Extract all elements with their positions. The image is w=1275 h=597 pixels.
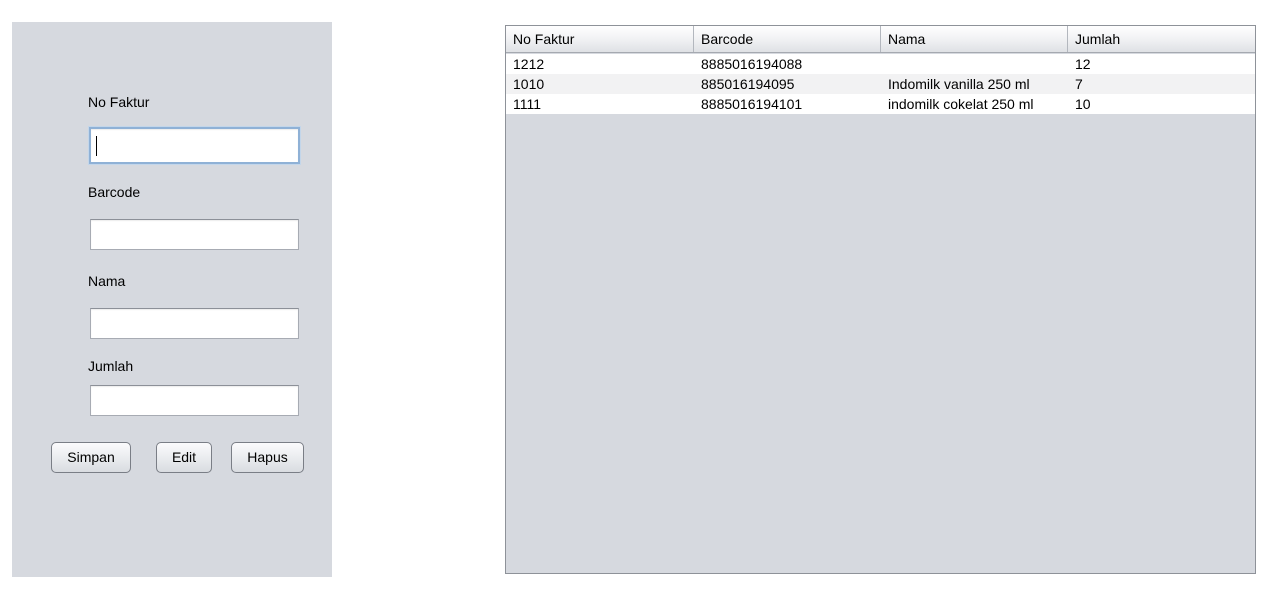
table-cell: 7 [1075, 76, 1083, 92]
table-header: No Faktur Barcode Nama Jumlah [506, 26, 1255, 53]
table-cell: 8885016194101 [701, 96, 803, 112]
table-row[interactable]: 1010 885016194095 Indomilk vanilla 250 m… [506, 74, 1255, 94]
table-row[interactable]: 1111 8885016194101 indomilk cokelat 250 … [506, 94, 1255, 114]
table-cell: 1010 [513, 76, 545, 92]
table-cell: 1212 [513, 56, 545, 72]
table-cell: 8885016194088 [701, 56, 803, 72]
nama-input[interactable] [90, 308, 299, 339]
faktur-table[interactable]: No Faktur Barcode Nama Jumlah 1212 88850… [505, 25, 1256, 574]
barcode-input[interactable] [90, 219, 299, 250]
hapus-button[interactable]: Hapus [231, 442, 304, 473]
nama-label: Nama [88, 273, 126, 289]
text-caret [96, 136, 97, 156]
no-faktur-input[interactable] [89, 127, 300, 164]
jumlah-input[interactable] [90, 385, 299, 416]
table-body: 1212 8885016194088 12 1010 885016194095 … [506, 54, 1255, 114]
table-cell: 885016194095 [701, 76, 795, 92]
table-cell: 12 [1075, 56, 1091, 72]
table-row[interactable]: 1212 8885016194088 12 [506, 54, 1255, 74]
simpan-button[interactable]: Simpan [51, 442, 131, 473]
no-faktur-label: No Faktur [88, 94, 150, 110]
form-panel: No Faktur Barcode Nama Jumlah Simpan Edi… [12, 22, 332, 577]
jumlah-label: Jumlah [88, 358, 134, 374]
column-header-jumlah[interactable]: Jumlah [1068, 26, 1255, 52]
table-cell: Indomilk vanilla 250 ml [888, 76, 1030, 92]
edit-button[interactable]: Edit [156, 442, 212, 473]
table-cell: indomilk cokelat 250 ml [888, 96, 1034, 112]
column-header-barcode[interactable]: Barcode [694, 26, 881, 52]
application-window: No Faktur Barcode Nama Jumlah Simpan Edi… [0, 0, 1275, 597]
barcode-label: Barcode [88, 184, 141, 200]
table-cell: 1111 [513, 96, 542, 112]
table-cell: 10 [1075, 96, 1091, 112]
column-header-nama[interactable]: Nama [881, 26, 1068, 52]
table-cell [881, 54, 1068, 74]
column-header-no-faktur[interactable]: No Faktur [506, 26, 694, 52]
